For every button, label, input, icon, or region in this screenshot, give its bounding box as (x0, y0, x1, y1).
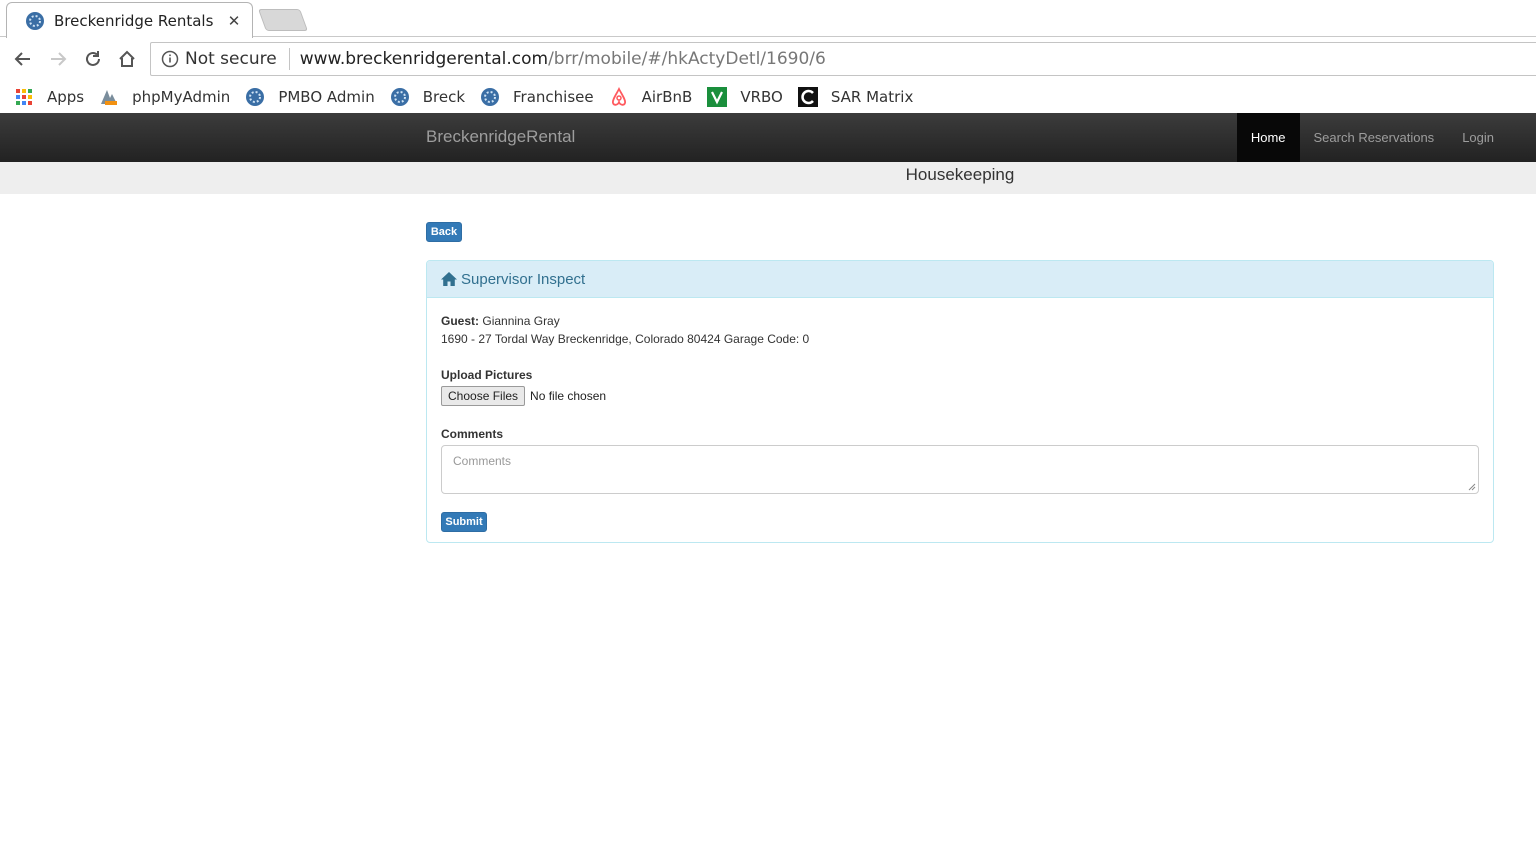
vrbo-icon (707, 86, 728, 107)
panel-body: Guest: Giannina Gray 1690 - 27 Tordal Wa… (427, 298, 1493, 546)
site-navbar: BreckenridgeRental Home Search Reservati… (0, 113, 1536, 162)
property-address: 1690 - 27 Tordal Way Breckenridge, Color… (441, 332, 810, 346)
globe-icon (390, 87, 410, 107)
back-button[interactable]: Back (426, 222, 462, 242)
navbar-brand[interactable]: BreckenridgeRental (426, 127, 575, 147)
globe-icon (245, 87, 265, 107)
guest-name: Giannina Gray (482, 314, 560, 328)
tab-title: Breckenridge Rentals (54, 11, 214, 30)
bookmark-vrbo[interactable]: VRBO (707, 86, 783, 107)
panel-title: Supervisor Inspect (461, 270, 586, 288)
tab-close-icon[interactable]: ✕ (222, 12, 246, 30)
bookmark-label: Breck (422, 87, 466, 106)
new-tab-button[interactable] (257, 9, 309, 31)
globe-icon (480, 87, 500, 107)
bookmark-franchisee[interactable]: Franchisee (480, 87, 594, 107)
file-status: No file chosen (530, 389, 607, 403)
file-input: Choose Files No file chosen (441, 386, 1479, 406)
panel-heading: Supervisor Inspect (427, 261, 1493, 298)
choose-files-button[interactable]: Choose Files (441, 386, 526, 406)
bookmark-label: SAR Matrix (830, 87, 914, 106)
bookmark-sar-matrix[interactable]: SAR Matrix (797, 86, 914, 107)
info-icon[interactable] (161, 50, 179, 68)
nav-search-reservations[interactable]: Search Reservations (1300, 113, 1449, 162)
browser-tabstrip: Breckenridge Rentals ✕ (0, 0, 1536, 38)
bookmark-breck[interactable]: Breck (390, 87, 465, 107)
url-host: www.breckenridgerental.com (299, 49, 549, 69)
comments-textarea[interactable]: Comments (441, 445, 1479, 494)
comments-label: Comments (441, 427, 504, 441)
nav-home[interactable]: Home (1236, 113, 1300, 162)
bookmark-label: Apps (47, 87, 85, 106)
omnibar: Not secure www.breckenridgerental.com /b… (0, 38, 1536, 80)
submit-button[interactable]: Submit (441, 512, 487, 532)
upload-pictures-label: Upload Pictures (441, 368, 533, 382)
address-bar[interactable]: Not secure www.breckenridgerental.com /b… (150, 42, 1536, 76)
bookmark-apps[interactable]: Apps (14, 87, 84, 107)
navbar-links: Home Search Reservations Login (1236, 113, 1508, 162)
bookmark-phpmyadmin[interactable]: phpMyAdmin (99, 87, 230, 107)
bookmark-pmbo-admin[interactable]: PMBO Admin (245, 87, 375, 107)
address-divider (288, 48, 290, 70)
globe-icon (26, 11, 44, 30)
url-path: /brr/mobile/#/hkActyDetl/1690/6 (548, 49, 826, 69)
back-arrow-icon[interactable] (10, 46, 36, 72)
reload-icon[interactable] (80, 46, 106, 72)
bookmark-label: AirBnB (641, 87, 693, 106)
bookmark-airbnb[interactable]: AirBnB (609, 86, 693, 107)
forward-arrow-icon[interactable] (45, 46, 71, 72)
resize-grip-icon[interactable] (1468, 483, 1476, 491)
page-title: Housekeeping (905, 165, 1015, 184)
bookmark-label: Franchisee (513, 87, 594, 106)
browser-tab[interactable]: Breckenridge Rentals ✕ (6, 2, 253, 38)
bookmark-label: VRBO (740, 87, 783, 106)
bookmark-label: phpMyAdmin (132, 87, 231, 106)
home-icon (441, 272, 457, 286)
supervisor-inspect-panel: Supervisor Inspect Guest: Giannina Gray … (426, 260, 1494, 543)
bookmarks-bar: Apps phpMyAdmin PMBO Admin Breck Franchi… (0, 80, 1536, 113)
nav-login[interactable]: Login (1448, 113, 1508, 162)
apps-grid-icon (14, 87, 34, 107)
guest-label: Guest: (441, 314, 480, 328)
page-subheader: Housekeeping (0, 162, 1536, 194)
guest-info: Guest: Giannina Gray (441, 312, 1479, 330)
comments-placeholder: Comments (453, 454, 512, 468)
phpmyadmin-icon (99, 87, 119, 107)
matrix-icon (797, 86, 818, 107)
bookmark-label: PMBO Admin (278, 87, 375, 106)
airbnb-icon (609, 86, 629, 107)
home-icon[interactable] (114, 46, 140, 72)
security-label[interactable]: Not secure (185, 49, 277, 69)
